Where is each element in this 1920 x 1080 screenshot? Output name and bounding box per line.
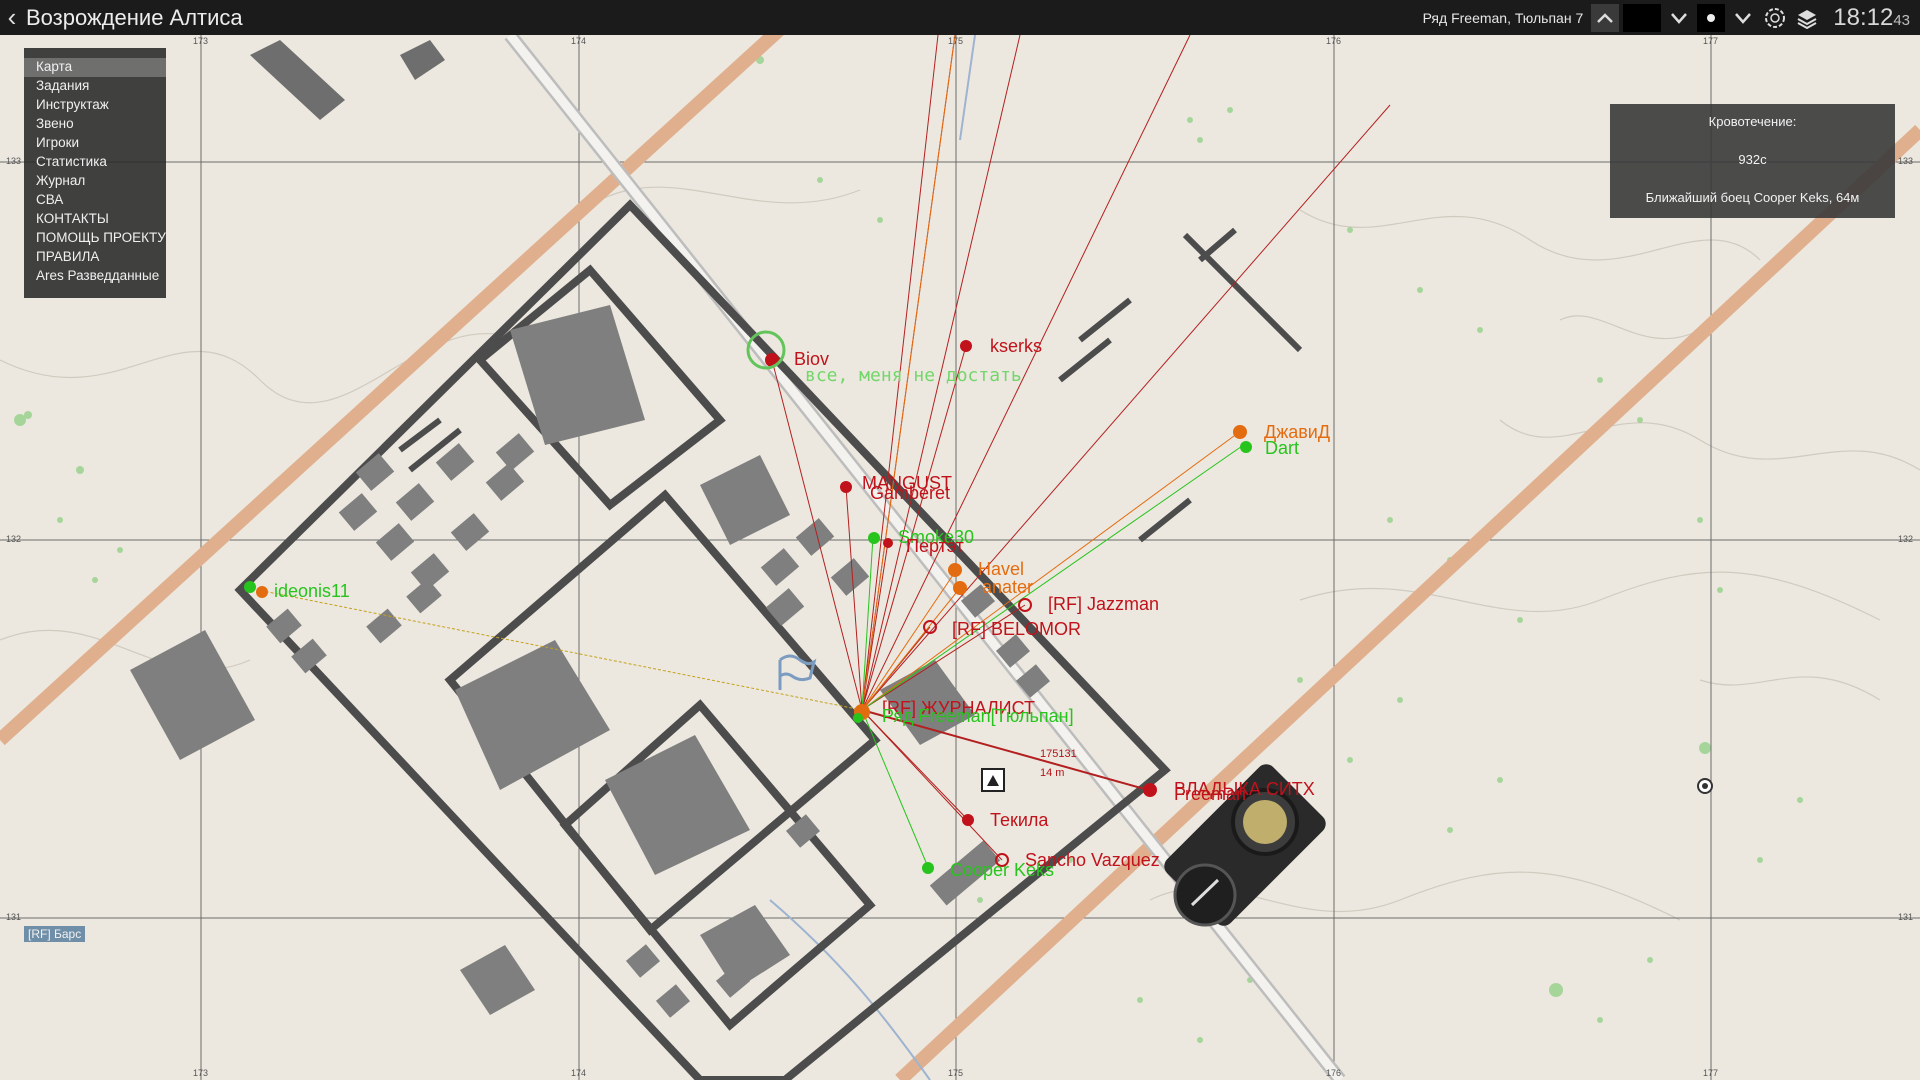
dot-icon[interactable] — [1697, 3, 1726, 32]
menu-item-sva[interactable]: СВА — [24, 191, 166, 210]
grid-label-x-176-top: 176 — [1326, 36, 1342, 46]
marker-note[interactable]: все, меня не достать — [805, 365, 1022, 386]
grid-label-x-174-bottom: 174 — [571, 1068, 587, 1078]
marker-label-mangust2[interactable]: Gamberet — [870, 483, 950, 504]
marker-label-journalist2[interactable]: Ряд Freeman[Тюльпан] — [882, 706, 1074, 727]
clock: 18:1243 — [1833, 4, 1910, 32]
player-name: Ряд Freeman, Тюльпан 7 — [1422, 9, 1584, 26]
unit-badge[interactable]: [RF] Барс — [24, 926, 86, 942]
top-bar: ‹ Возрождение Алтиса Ряд Freeman, Тюльпа… — [0, 0, 1920, 35]
menu-item-ares[interactable]: Ares Разведданные — [24, 267, 166, 286]
menu-item-tasks[interactable]: Задания — [24, 77, 166, 96]
layers-icon[interactable] — [1793, 4, 1821, 32]
grid-label-y-133-left: 133 — [6, 156, 22, 166]
nearest-soldier: Ближайший боец Cooper Keks, 64м — [1645, 190, 1860, 205]
grid-label-y-131-left: 131 — [6, 912, 22, 922]
chevron-down-icon[interactable] — [1729, 4, 1757, 32]
menu-item-stats[interactable]: Статистика — [24, 153, 166, 172]
menu-item-log[interactable]: Журнал — [24, 172, 166, 191]
menu-item-rules[interactable]: ПРАВИЛА — [24, 248, 166, 267]
grid-label-x-173-bottom: 173 — [193, 1068, 209, 1078]
map-menu: Карта Задания Инструктаж Звено Игроки Ст… — [24, 48, 166, 298]
grid-label-x-175-bottom: 175 — [948, 1068, 964, 1078]
grid-label-y-133-right: 133 — [1898, 156, 1914, 166]
grid-label-x-174-top: 174 — [571, 36, 587, 46]
marker-label-tekila[interactable]: Текила — [990, 810, 1048, 831]
menu-item-map[interactable]: Карта — [24, 58, 166, 77]
marker-label-jazzman[interactable]: [RF] Jazzman — [1048, 594, 1159, 615]
grid-label-x-175-top: 175 — [948, 36, 964, 46]
bleeding-time: 932с — [1738, 152, 1767, 167]
menu-item-players[interactable]: Игроки — [24, 134, 166, 153]
menu-item-contacts[interactable]: КОНТАКТЫ — [24, 210, 166, 229]
color-swatch[interactable] — [1623, 3, 1662, 32]
marker-label-cooper[interactable]: Cooper Keks — [950, 860, 1054, 881]
status-info-panel: Кровотечение: 932с Ближайший боец Cooper… — [1610, 104, 1895, 218]
player-waypoint-icon[interactable] — [1697, 778, 1713, 794]
gps-icon[interactable] — [1761, 4, 1789, 32]
chevron-up-icon[interactable] — [1591, 3, 1620, 32]
marker-label-dart[interactable]: Dart — [1265, 438, 1299, 459]
menu-item-briefing[interactable]: Инструктаж — [24, 96, 166, 115]
marker-label-ideonis[interactable]: ideonis11 — [274, 581, 350, 602]
marker-label-kserks[interactable]: kserks — [990, 336, 1042, 357]
grid-label-x-177-top: 177 — [1703, 36, 1719, 46]
map-title: Возрождение Алтиса — [26, 4, 243, 30]
grid-label-y-131-right: 131 — [1898, 912, 1914, 922]
grid-label-x-176-bottom: 176 — [1326, 1068, 1342, 1078]
menu-item-help[interactable]: ПОМОЩЬ ПРОЕКТУ — [24, 229, 166, 248]
marker-label-anater[interactable]: anater — [982, 577, 1033, 598]
clock-seconds: 43 — [1893, 11, 1910, 29]
chevron-down-icon[interactable] — [1665, 4, 1693, 32]
top-bar-controls: Ряд Freeman, Тюльпан 7 18:1243 — [1423, 0, 1920, 35]
vehicle-icon — [981, 768, 1005, 792]
measure-distance: 14 m — [1040, 767, 1065, 779]
marker-label-belomor[interactable]: [RF] BELOMOR — [952, 619, 1081, 640]
measure-grid-ref: 175131 — [1040, 748, 1077, 760]
marker-label-freeman[interactable]: Freeman — [1174, 784, 1246, 805]
clock-time: 18:12 — [1833, 3, 1894, 31]
marker-label-pepter[interactable]: Пертэт — [906, 536, 964, 557]
grid-label-x-177-bottom: 177 — [1703, 1068, 1719, 1078]
grid-label-y-132-left: 132 — [6, 534, 22, 544]
back-chevron-icon[interactable]: ‹ — [0, 0, 24, 35]
bleeding-label: Кровотечение: — [1708, 114, 1797, 129]
grid-label-x-173-top: 173 — [193, 36, 209, 46]
menu-item-squad[interactable]: Звено — [24, 115, 166, 134]
grid-label-y-132-right: 132 — [1898, 534, 1914, 544]
